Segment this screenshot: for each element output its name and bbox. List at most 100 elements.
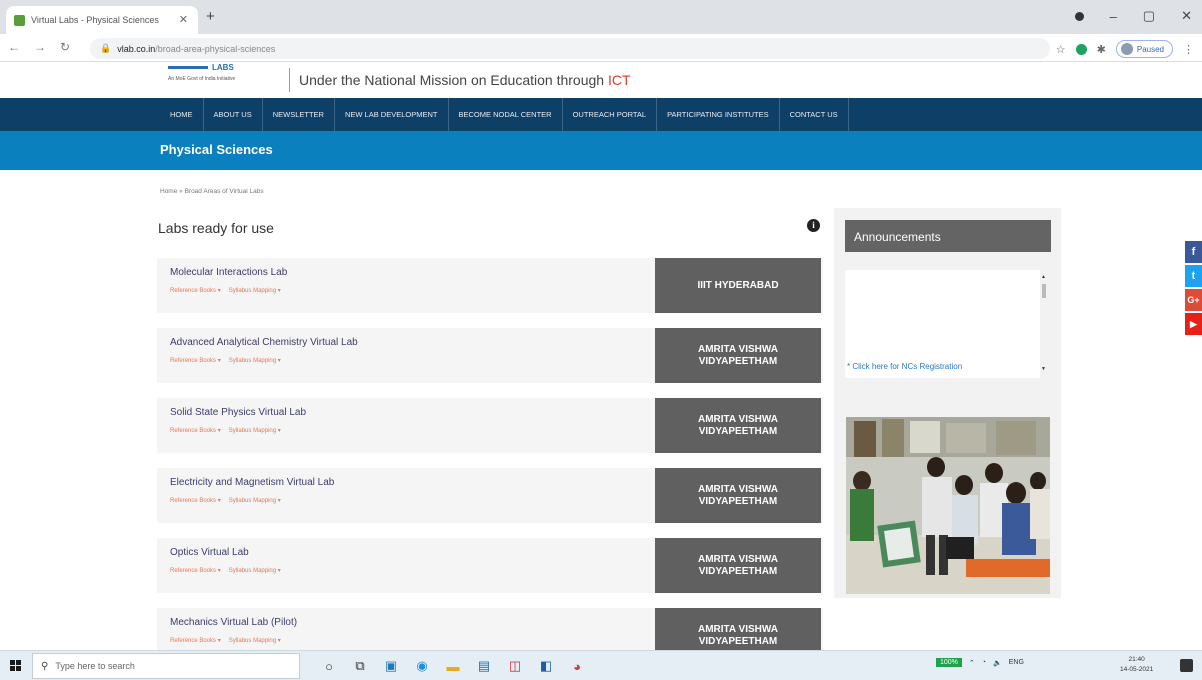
nav-become-nodal-center[interactable]: BECOME NODAL CENTER — [449, 98, 563, 131]
url-host: vlab.co.in — [117, 43, 156, 54]
breadcrumb[interactable]: Home » Broad Areas of Virtual Labs — [160, 188, 264, 195]
scroll-down-icon[interactable]: ▼ — [1041, 366, 1046, 372]
institute-button[interactable]: IIIT HYDERABAD — [655, 258, 821, 313]
tagline-text: Under the National Mission on Education … — [299, 72, 605, 88]
google-plus-icon[interactable]: G+ — [1185, 289, 1202, 311]
lab-card: Optics Virtual Lab Reference Books ▾ Syll… — [157, 538, 823, 593]
nav-newsletter[interactable]: NEWSLETTER — [263, 98, 335, 131]
menu-icon[interactable]: ⋮ — [1183, 43, 1194, 56]
lab-name[interactable]: Advanced Analytical Chemistry Virtual La… — [170, 337, 358, 348]
institute-button[interactable]: AMRITA VISHWA VIDYAPEETHAM — [655, 538, 821, 593]
lab-name[interactable]: Molecular Interactions Lab — [170, 267, 287, 278]
lock-icon: 🔒 — [100, 43, 112, 53]
announcements-box: * Click here for NCs Registration — [845, 270, 1040, 378]
browser-tab-bar: Virtual Labs - Physical Sciences ✕ + – ▢… — [0, 0, 1202, 34]
star-icon[interactable]: ☆ — [1056, 43, 1066, 56]
forward-icon[interactable]: → — [34, 40, 46, 54]
file-explorer-icon[interactable]: ▬ — [442, 655, 464, 677]
maximize-button[interactable]: ▢ — [1143, 8, 1155, 24]
syllabus-mapping-toggle[interactable]: Syllabus Mapping ▾ — [229, 568, 281, 574]
clock-date: 14-05-2021 — [1120, 666, 1154, 673]
lab-photo-image — [846, 417, 1050, 594]
institute-button[interactable]: AMRITA VISHWA VIDYAPEETHAM — [655, 608, 821, 650]
syllabus-mapping-toggle[interactable]: Syllabus Mapping ▾ — [229, 358, 281, 364]
reference-books-toggle[interactable]: Reference Books ▾ — [170, 498, 221, 504]
announcements-scrollbar[interactable]: ▲ ▼ — [1040, 270, 1048, 378]
profile-label: Paused — [1136, 44, 1164, 54]
notification-icon[interactable] — [1180, 659, 1193, 672]
system-tray: 100% ⌃ ◔ 🔈 ENG — [936, 658, 1024, 667]
twitter-icon[interactable]: t — [1185, 265, 1202, 287]
lab-name[interactable]: Solid State Physics Virtual Lab — [170, 407, 306, 418]
app-icon[interactable]: ▤ — [473, 655, 495, 677]
lab-photo — [846, 417, 1050, 594]
windows-start-icon[interactable] — [10, 660, 22, 672]
browser-tab[interactable]: Virtual Labs - Physical Sciences ✕ — [6, 6, 198, 34]
nav-outreach-portal[interactable]: OUTREACH PORTAL — [563, 98, 658, 131]
reference-books-toggle[interactable]: Reference Books ▾ — [170, 288, 221, 294]
lab-name[interactable]: Electricity and Magnetism Virtual Lab — [170, 477, 334, 488]
scroll-up-icon[interactable]: ▲ — [1041, 274, 1046, 280]
outlook-icon[interactable]: ◧ — [535, 655, 557, 677]
reference-books-toggle[interactable]: Reference Books ▾ — [170, 638, 221, 644]
new-tab-button[interactable]: + — [206, 8, 215, 25]
puzzle-icon[interactable]: ✱ — [1097, 43, 1106, 56]
network-icon[interactable]: ◔ — [982, 659, 986, 666]
syllabus-mapping-toggle[interactable]: Syllabus Mapping ▾ — [229, 498, 281, 504]
back-icon[interactable]: ← — [8, 40, 20, 54]
taskbar: ⚲ Type here to search ○ ⧉ ▣ ◉ ▬ ▤ ◫ ◧ ◕ … — [0, 650, 1202, 680]
taskbar-search-input[interactable]: ⚲ Type here to search — [32, 653, 300, 679]
page-title: Physical Sciences — [160, 142, 273, 157]
facebook-icon[interactable]: f — [1185, 241, 1202, 263]
edge-icon[interactable]: ◉ — [411, 655, 433, 677]
minimize-button[interactable]: – — [1110, 9, 1117, 24]
announcements-header: Announcements — [845, 220, 1051, 252]
reference-books-toggle[interactable]: Reference Books ▾ — [170, 358, 221, 364]
chrome-icon[interactable]: ◕ — [566, 655, 588, 677]
browser-toolbar-icons: ☆ ✱ Paused ⋮ — [1056, 40, 1194, 58]
scroll-thumb[interactable] — [1042, 284, 1046, 298]
volume-icon[interactable]: 🔈 — [993, 659, 1002, 667]
vlabs-logo[interactable]: LABS An MoE Govt of India Initiative — [168, 62, 284, 94]
nc-registration-link[interactable]: * Click here for NCs Registration — [847, 362, 962, 371]
nav-contact-us[interactable]: CONTACT US — [780, 98, 849, 131]
clock[interactable]: 21:40 14-05-2021 — [1120, 655, 1153, 675]
lab-links: Reference Books ▾ Syllabus Mapping ▾ — [170, 287, 289, 294]
close-window-button[interactable]: ✕ — [1181, 8, 1192, 24]
youtube-icon[interactable]: ▶ — [1185, 313, 1202, 335]
institute-button[interactable]: AMRITA VISHWA VIDYAPEETHAM — [655, 398, 821, 453]
info-icon[interactable]: i — [807, 219, 820, 232]
office-icon[interactable]: ◫ — [504, 655, 526, 677]
lab-name[interactable]: Mechanics Virtual Lab (Pilot) — [170, 617, 297, 628]
chevron-up-icon[interactable]: ⌃ — [969, 659, 975, 667]
reference-books-toggle[interactable]: Reference Books ▾ — [170, 568, 221, 574]
profile-button[interactable]: Paused — [1115, 40, 1173, 58]
nav-new-lab-development[interactable]: NEW LAB DEVELOPMENT — [335, 98, 449, 131]
institute-button[interactable]: AMRITA VISHWA VIDYAPEETHAM — [655, 328, 821, 383]
labs-header: Labs ready for use i — [147, 208, 831, 248]
labs-panel: Labs ready for use i Molecular Interacti… — [147, 208, 831, 650]
lab-links: Reference Books ▾ Syllabus Mapping ▾ — [170, 497, 289, 504]
lab-links: Reference Books ▾ Syllabus Mapping ▾ — [170, 637, 289, 644]
url-input[interactable]: 🔒 vlab.co.in/broad-area-physical-science… — [90, 38, 1050, 59]
battery-indicator[interactable]: 100% — [936, 658, 962, 667]
reload-icon[interactable]: ↻ — [60, 40, 70, 54]
lang-label[interactable]: ENG — [1009, 659, 1024, 666]
lab-links: Reference Books ▾ Syllabus Mapping ▾ — [170, 357, 289, 364]
nav-home[interactable]: HOME — [160, 98, 204, 131]
close-tab-icon[interactable]: ✕ — [179, 13, 188, 26]
logo-caption: An MoE Govt of India Initiative — [168, 76, 236, 82]
store-icon[interactable]: ▣ — [380, 655, 402, 677]
record-icon[interactable] — [1074, 11, 1084, 21]
extension-icon[interactable] — [1075, 43, 1087, 55]
task-view-icon[interactable]: ⧉ — [349, 655, 371, 677]
syllabus-mapping-toggle[interactable]: Syllabus Mapping ▾ — [229, 638, 281, 644]
lab-name[interactable]: Optics Virtual Lab — [170, 547, 249, 558]
cortana-icon[interactable]: ○ — [318, 655, 340, 677]
syllabus-mapping-toggle[interactable]: Syllabus Mapping ▾ — [229, 428, 281, 434]
syllabus-mapping-toggle[interactable]: Syllabus Mapping ▾ — [229, 288, 281, 294]
institute-button[interactable]: AMRITA VISHWA VIDYAPEETHAM — [655, 468, 821, 523]
nav-participating-institutes[interactable]: PARTICIPATING INSTITUTES — [657, 98, 780, 131]
nav-about-us[interactable]: ABOUT US — [204, 98, 263, 131]
reference-books-toggle[interactable]: Reference Books ▾ — [170, 428, 221, 434]
